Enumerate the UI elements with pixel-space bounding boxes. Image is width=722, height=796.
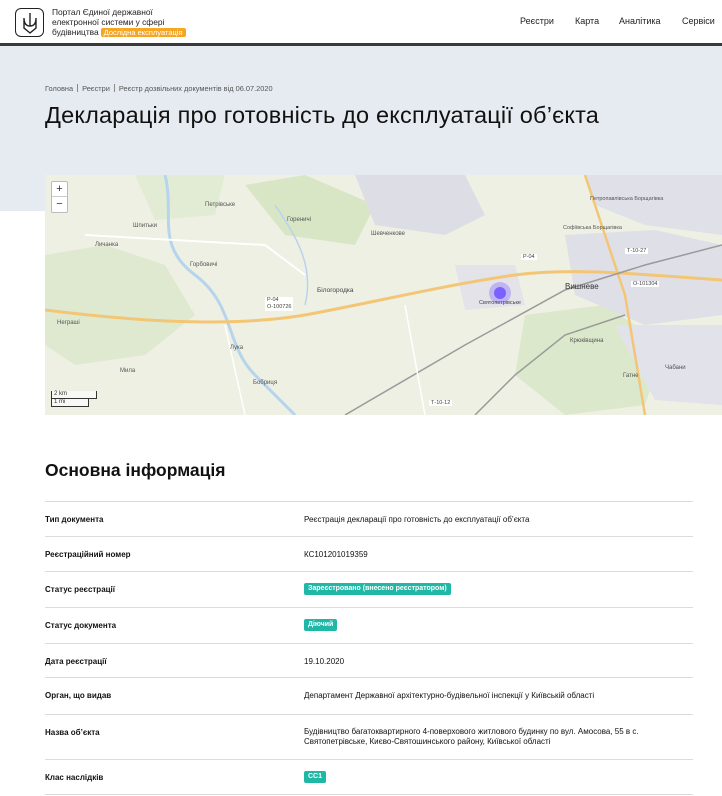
breadcrumb-current[interactable]: Реєстр дозвільних документів від 06.07.2… (119, 84, 273, 93)
row-label: Клас наслідків (45, 773, 104, 782)
table-row: Статус документа Діючий (45, 607, 693, 643)
place-label: Гатне (623, 373, 639, 379)
portal-name[interactable]: Портал Єдиної державної електронної сист… (52, 7, 186, 37)
brand-line-3: будівництва (52, 27, 99, 37)
page-title: Декларація про готовність до експлуатаці… (45, 102, 600, 128)
table-row: Тип документа Реєстрація декларації про … (45, 501, 693, 536)
map-zoom-control: + − (51, 181, 68, 213)
breadcrumb-home[interactable]: Головна (45, 84, 73, 93)
place-label: Горбовичі (190, 262, 218, 268)
scale-km: 2 km (51, 391, 97, 399)
trident-logo-icon[interactable] (15, 8, 44, 37)
section-title: Основна інформація (45, 460, 226, 480)
beta-badge: Дослідна експлуатація (100, 28, 186, 37)
table-row: Дата реєстрації 19.10.2020 (45, 643, 693, 677)
row-label: Тип документа (45, 515, 104, 524)
nav-registries[interactable]: Реєстри (520, 16, 554, 26)
map-view[interactable]: Петрівське Горбовичі Шпитьки Гореничі Бі… (45, 175, 722, 415)
class-badge: СС1 (304, 771, 327, 783)
table-row: Реєстраційний номер КС101201019359 (45, 536, 693, 571)
breadcrumb-separator (113, 84, 115, 92)
status-badge: Діючий (304, 619, 338, 631)
row-value: Департамент Державної архітектурно-будів… (304, 691, 595, 700)
row-value: 19.10.2020 (304, 657, 345, 666)
place-label: Шпитьки (133, 223, 157, 229)
row-label: Статус документа (45, 621, 117, 630)
row-label: Дата реєстрації (45, 657, 107, 666)
place-label: Петрівське (205, 202, 236, 208)
place-label: Неграші (57, 320, 80, 326)
nav-analytics[interactable]: Аналітика (619, 16, 661, 26)
brand-line-2: електронної системи у сфері (52, 17, 165, 27)
row-value: Будівництво багатоквартирного 4-поверхов… (304, 727, 639, 746)
scale-mi: 1 mi (51, 399, 89, 407)
place-label: Чабани (665, 365, 686, 371)
table-row: Орган, що видав Департамент Державної ар… (45, 677, 693, 714)
map-tiles (45, 175, 722, 415)
place-label: Бобриця (253, 380, 278, 386)
info-table: Тип документа Реєстрація декларації про … (45, 501, 693, 795)
place-label: Білогородка (317, 287, 354, 294)
zoom-in-button[interactable]: + (52, 182, 67, 197)
place-label: Крюківщина (570, 338, 604, 344)
place-label: Вишневе (565, 282, 599, 291)
row-value: СС1 (304, 771, 694, 783)
brand-line-1: Портал Єдиної державної (52, 7, 153, 17)
place-label: Гореничі (287, 217, 311, 223)
row-value: Зареєстровано (внесено реєстратором) (304, 583, 694, 595)
table-row: Назва об’єкта Будівництво багатоквартирн… (45, 714, 693, 759)
table-row: Статус реєстрації Зареєстровано (внесено… (45, 571, 693, 607)
row-label: Статус реєстрації (45, 585, 116, 594)
nav-map[interactable]: Карта (575, 16, 599, 26)
place-label: Святопетрівське (479, 300, 521, 306)
place-label: Мила (120, 368, 136, 374)
place-label: Петропавлівська Борщагівка (590, 196, 664, 202)
place-label: Личанка (95, 242, 119, 248)
row-value: Реєстрація декларації про готовність до … (304, 515, 530, 524)
road-shield: Т-10-12 (429, 400, 453, 406)
row-label: Назва об’єкта (45, 728, 100, 737)
place-label: Шевченкове (371, 231, 406, 237)
breadcrumb: Головна Реєстри Реєстр дозвільних документ… (45, 84, 273, 93)
status-badge: Зареєстровано (внесено реєстратором) (304, 583, 451, 595)
site-header: Портал Єдиної державної електронної сист… (0, 0, 722, 46)
breadcrumb-separator (77, 84, 79, 92)
road-shield: Р-04 О-100726 (265, 297, 294, 311)
road-shield: Р-04 (521, 254, 537, 260)
nav-services[interactable]: Сервіси (682, 16, 715, 26)
zoom-out-button[interactable]: − (52, 197, 67, 212)
row-value: Діючий (304, 619, 694, 631)
road-shield: Т-10-27 (625, 248, 649, 254)
place-label: Софіївська Борщагівка (563, 225, 622, 231)
row-label: Орган, що видав (45, 691, 112, 700)
road-shield: О-101304 (631, 281, 660, 287)
table-row: Клас наслідків СС1 (45, 759, 693, 795)
row-value: КС101201019359 (304, 550, 368, 559)
breadcrumb-registries[interactable]: Реєстри (82, 84, 110, 93)
row-label: Реєстраційний номер (45, 550, 131, 559)
place-label: Лука (230, 345, 244, 351)
map-scale: 2 km 1 mi (51, 391, 97, 407)
